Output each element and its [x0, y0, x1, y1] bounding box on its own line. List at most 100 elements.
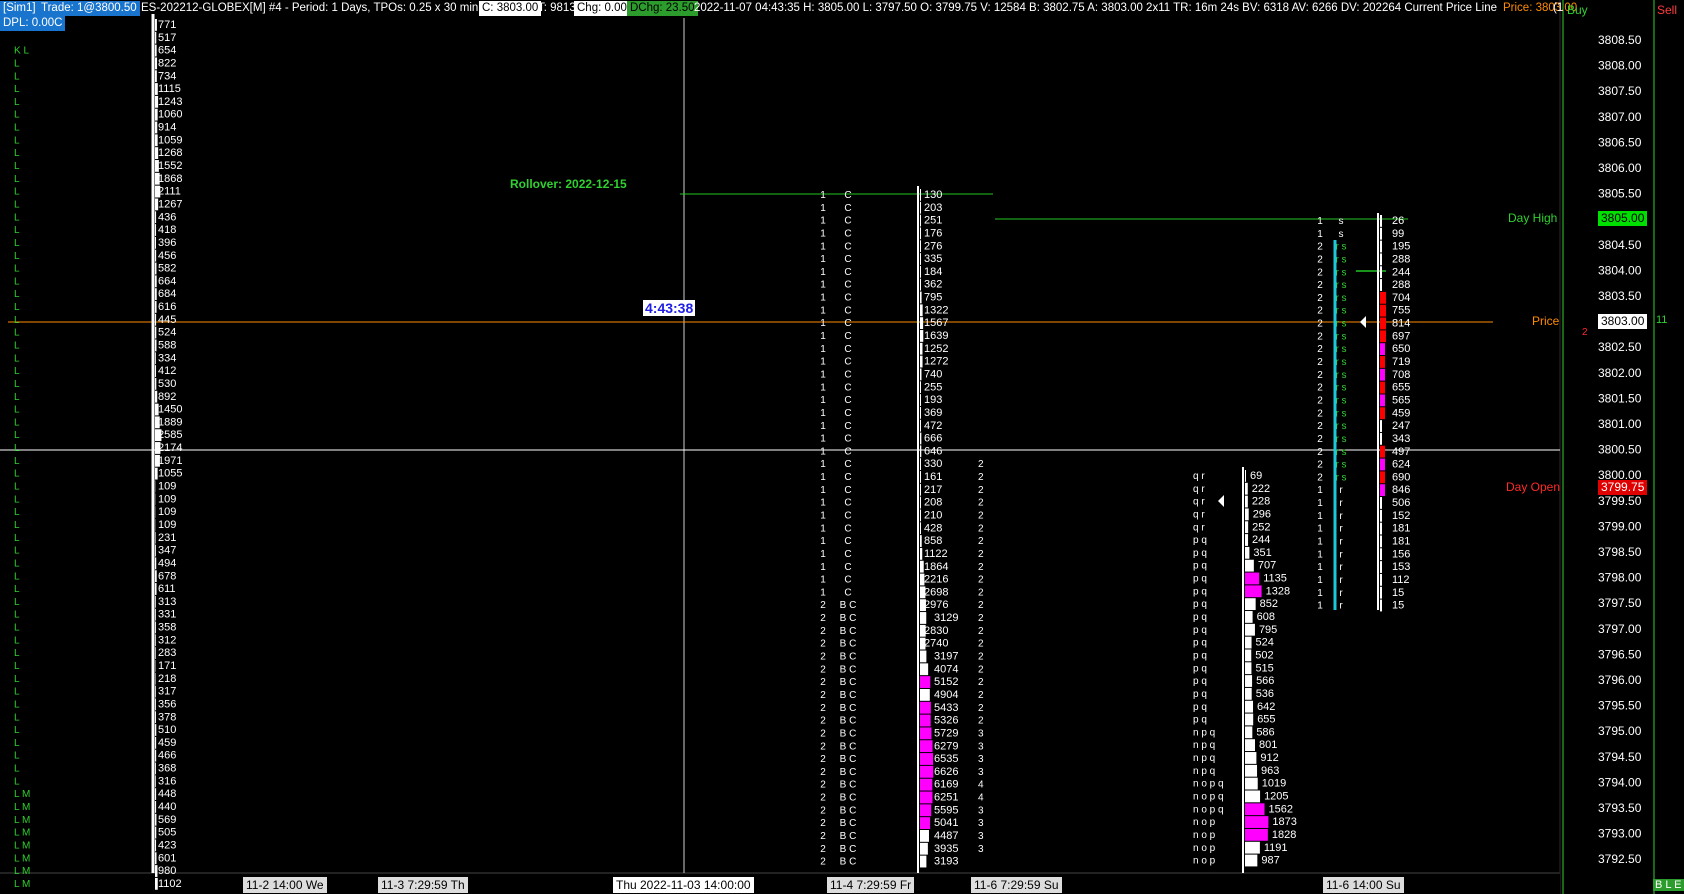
- tpo-letter: C: [844, 280, 851, 291]
- tpo-count: 2: [978, 639, 984, 650]
- tpo-letter: n p q: [1193, 727, 1215, 738]
- tpo-count: 2: [820, 754, 826, 765]
- volume-value: 331: [158, 609, 176, 621]
- tpo-count: 1: [820, 434, 826, 445]
- volume-value: 3129: [934, 612, 958, 624]
- volume-bar: [1380, 586, 1382, 599]
- price-tick: 3807.50: [1598, 84, 1642, 98]
- tpo-chart-canvas[interactable]: K LLLLLLLLLLLLLLLLLLLLLLLLLLLLLLLLLLLLLL…: [0, 0, 1684, 894]
- tpo-count: 2: [1317, 408, 1323, 419]
- volume-bar: [1245, 521, 1249, 534]
- tpo-letter: n p q: [1193, 753, 1215, 764]
- volume-bar: [155, 788, 157, 801]
- volume-value: 330: [924, 458, 942, 470]
- tpo-count: 1: [820, 318, 826, 329]
- tpo-letter: r s: [1335, 331, 1346, 342]
- volume-bar: [920, 483, 921, 496]
- tpo-count: 3: [978, 805, 984, 816]
- buy-button[interactable]: Buy: [1567, 3, 1588, 17]
- tpo-count: 2: [978, 664, 984, 675]
- tpo-letter: p q: [1193, 599, 1207, 610]
- tpo-count: 2: [978, 703, 984, 714]
- tpo-count: 2: [978, 562, 984, 573]
- tpo-letter: r s: [1335, 242, 1346, 253]
- tpo-letter: C: [844, 190, 851, 201]
- tpo-letter: C: [844, 575, 851, 586]
- volume-bar: [1380, 304, 1386, 317]
- volume-bar: [1380, 279, 1382, 291]
- tpo-count: 1: [1317, 485, 1323, 496]
- tpo-letter: L: [14, 58, 20, 69]
- price-arrow: [1360, 316, 1366, 328]
- volume-value: 156: [1392, 548, 1410, 560]
- tpo-letter: B C: [840, 626, 857, 637]
- volume-bar: [155, 236, 156, 249]
- volume-bar: [155, 711, 156, 724]
- tpo-letter: C: [844, 395, 851, 406]
- tpo-letter: p q: [1193, 702, 1207, 713]
- tpo-letter: q r: [1193, 509, 1205, 520]
- tpo-count: 1: [1317, 229, 1323, 240]
- symbol-info[interactable]: ES-202212-GLOBEX[M] #4 - Period: 1 Days,…: [138, 1, 481, 16]
- volume-bar: [1380, 381, 1385, 394]
- volume-value: 109: [158, 493, 176, 505]
- volume-bar: [1380, 343, 1385, 356]
- tpo-letter: C: [844, 228, 851, 239]
- tpo-letter: p q: [1193, 586, 1207, 597]
- tpo-count: 2: [1317, 383, 1323, 394]
- volume-value: 378: [158, 711, 176, 723]
- volume-value: 436: [158, 211, 176, 223]
- volume-bar: [920, 419, 921, 432]
- price-tick: 3808.00: [1598, 59, 1642, 73]
- price-tick: 3805.50: [1598, 187, 1642, 201]
- tpo-count: 2: [820, 626, 826, 637]
- tpo-letter: L: [14, 353, 20, 364]
- tpo-count: 2: [1317, 267, 1323, 278]
- tpo-letter: r s: [1335, 421, 1346, 432]
- day-high-label: Day High: [1508, 211, 1558, 225]
- volume-value: 515: [1255, 662, 1273, 674]
- volume-bar: [155, 583, 157, 595]
- tpo-letter: L: [14, 712, 20, 723]
- volume-value: 852: [1260, 598, 1278, 610]
- volume-value: 368: [158, 763, 176, 775]
- volume-bar: [155, 852, 157, 865]
- volume-bar: [1380, 458, 1385, 471]
- price-tick: 3801.00: [1598, 417, 1642, 431]
- tpo-count: 2: [978, 716, 984, 727]
- volume-value: 1135: [1263, 573, 1287, 585]
- volume-value: 1102: [158, 878, 182, 890]
- tpo-letter: L: [14, 187, 20, 198]
- tpo-letter: r: [1339, 485, 1343, 496]
- price-tick: 3799.00: [1598, 519, 1642, 533]
- volume-bar: [1380, 509, 1382, 522]
- account-badge[interactable]: [Sim1]: [0, 1, 39, 16]
- tpo-count: 2: [1317, 421, 1323, 432]
- volume-value: 109: [158, 481, 176, 493]
- tpo-count: 2: [978, 626, 984, 637]
- volume-value: 343: [1392, 433, 1410, 445]
- volume-value: 892: [158, 391, 176, 403]
- tpo-count: 2: [978, 459, 984, 470]
- tpo-count: 1: [820, 472, 826, 483]
- price-tick: 3796.50: [1598, 647, 1642, 661]
- tpo-letter: L: [14, 443, 20, 454]
- sell-button[interactable]: Sell: [1657, 3, 1677, 17]
- tpo-count: 1: [820, 536, 826, 547]
- volume-bar: [1245, 611, 1253, 623]
- volume-value: 6251: [934, 792, 958, 804]
- volume-bar: [1380, 599, 1382, 612]
- volume-bar: [155, 557, 157, 570]
- tpo-letter: r: [1339, 601, 1343, 612]
- tpo-count: 1: [820, 485, 826, 496]
- time-label-3: 11-4 7:29:59 Fr: [827, 877, 915, 893]
- volume-value: 707: [1258, 560, 1276, 572]
- volume-bar: [1245, 764, 1258, 777]
- tpo-letter: C: [844, 318, 851, 329]
- price-tick: 3802.50: [1598, 340, 1642, 354]
- volume-value: 362: [924, 279, 942, 291]
- tpo-letter: L: [14, 225, 20, 236]
- rollover-label: Rollover: 2022-12-15: [510, 177, 627, 191]
- tpo-letter: r s: [1335, 460, 1346, 471]
- volume-bar: [920, 265, 921, 278]
